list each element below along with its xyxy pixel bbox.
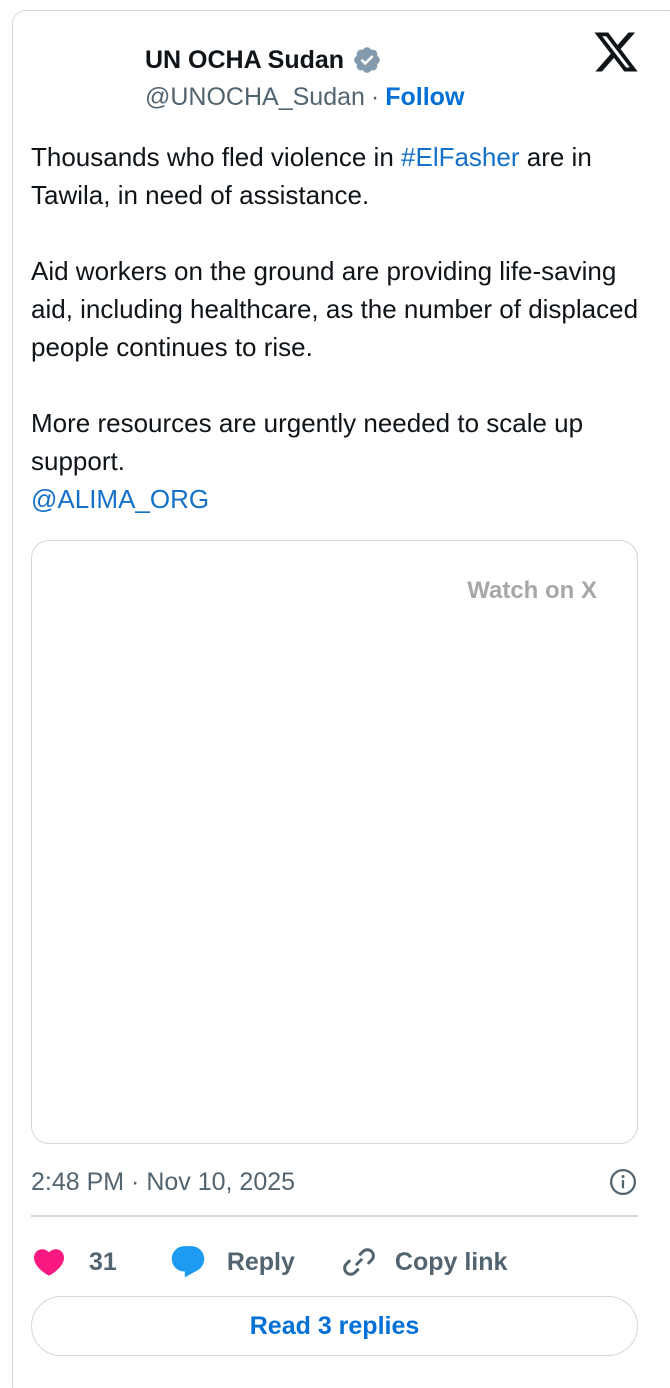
tweet-text-segment: Thousands who fled violence in (31, 142, 402, 172)
tweet-paragraph-1: Thousands who fled violence in #ElFasher… (31, 138, 641, 214)
author-display-name[interactable]: UN OCHA Sudan (145, 46, 344, 75)
follow-button[interactable]: Follow (385, 83, 464, 112)
hashtag-link[interactable]: #ElFasher (401, 142, 520, 172)
read-replies-label: Read 3 replies (249, 1311, 420, 1340)
tweet-paragraph-3: More resources are urgently needed to sc… (31, 408, 584, 476)
video-embed[interactable]: Watch on X (31, 540, 638, 1144)
verified-badge-icon (354, 47, 380, 73)
author-block: UN OCHA Sudan @UNOCHA_Sudan · Follow (145, 43, 464, 117)
divider (31, 1215, 638, 1217)
reply-button[interactable]: Reply (169, 1243, 295, 1281)
handle-row: @UNOCHA_Sudan · Follow (145, 77, 464, 117)
mention-link[interactable]: @ALIMA_ORG (31, 484, 209, 514)
link-icon (343, 1248, 375, 1276)
author-handle[interactable]: @UNOCHA_Sudan (145, 83, 365, 112)
action-bar: 31 Reply Copy link (31, 1240, 507, 1284)
timestamp-row: 2:48 PM · Nov 10, 2025 (31, 1164, 638, 1200)
like-count: 31 (89, 1247, 117, 1276)
handle-separator: · (370, 82, 380, 111)
tweet-timestamp[interactable]: 2:48 PM · Nov 10, 2025 (31, 1168, 295, 1197)
info-icon[interactable] (608, 1167, 638, 1197)
copy-link-label: Copy link (394, 1247, 508, 1276)
watch-on-x-link[interactable]: Watch on X (467, 577, 597, 605)
reply-label: Reply (226, 1247, 295, 1276)
read-replies-button[interactable]: Read 3 replies (31, 1296, 638, 1356)
like-button[interactable]: 31 (31, 1244, 117, 1280)
heart-icon (33, 1249, 65, 1276)
name-row: UN OCHA Sudan (145, 43, 464, 77)
tweet-paragraph-2: Aid workers on the ground are providing … (31, 256, 639, 362)
copy-link-button[interactable]: Copy link (341, 1244, 508, 1280)
speech-bubble-icon (171, 1246, 205, 1278)
tweet-text: Thousands who fled violence in #ElFasher… (31, 138, 641, 518)
x-logo-icon[interactable] (592, 28, 640, 76)
